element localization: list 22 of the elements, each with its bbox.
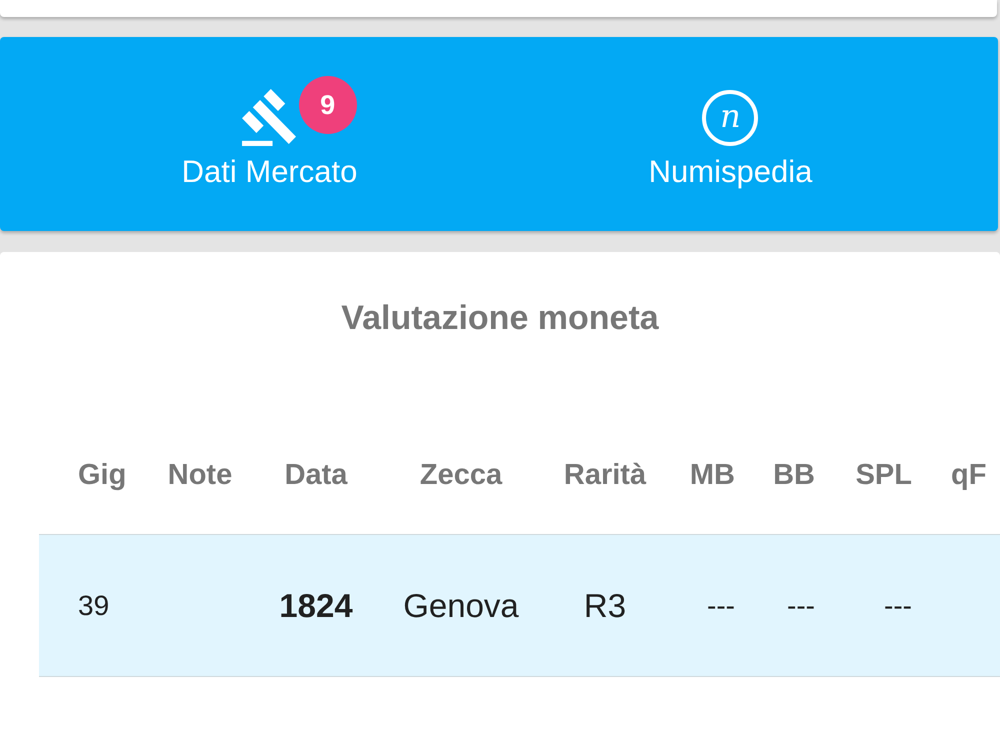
column-header: SPL: [856, 458, 912, 492]
table-cell: ---: [787, 590, 815, 622]
card-title: Valutazione moneta: [341, 299, 659, 337]
column-header: BB: [773, 458, 815, 492]
table-cell: 39: [78, 590, 110, 622]
count-badge: 9: [298, 76, 357, 134]
table-cell: ---: [707, 590, 735, 622]
column-header: Rarità: [564, 458, 646, 492]
table-cell: R3: [584, 586, 626, 624]
gavel-icon: [240, 89, 298, 146]
column-header: Note: [168, 458, 232, 492]
table-cell: Genova: [403, 586, 519, 624]
column-header: MB: [690, 458, 735, 492]
table-cell: 1824: [279, 586, 353, 624]
column-header: qF: [951, 458, 986, 492]
nav-button[interactable]: n Numispedia: [644, 76, 816, 189]
column-header: Gig: [78, 458, 126, 492]
column-header: Data: [284, 458, 348, 492]
table-cell: ---: [884, 590, 912, 622]
nav-button[interactable]: Dati Mercato 9: [178, 76, 362, 189]
column-header: Zecca: [420, 458, 502, 492]
circle-letter-logo: n: [702, 90, 758, 146]
